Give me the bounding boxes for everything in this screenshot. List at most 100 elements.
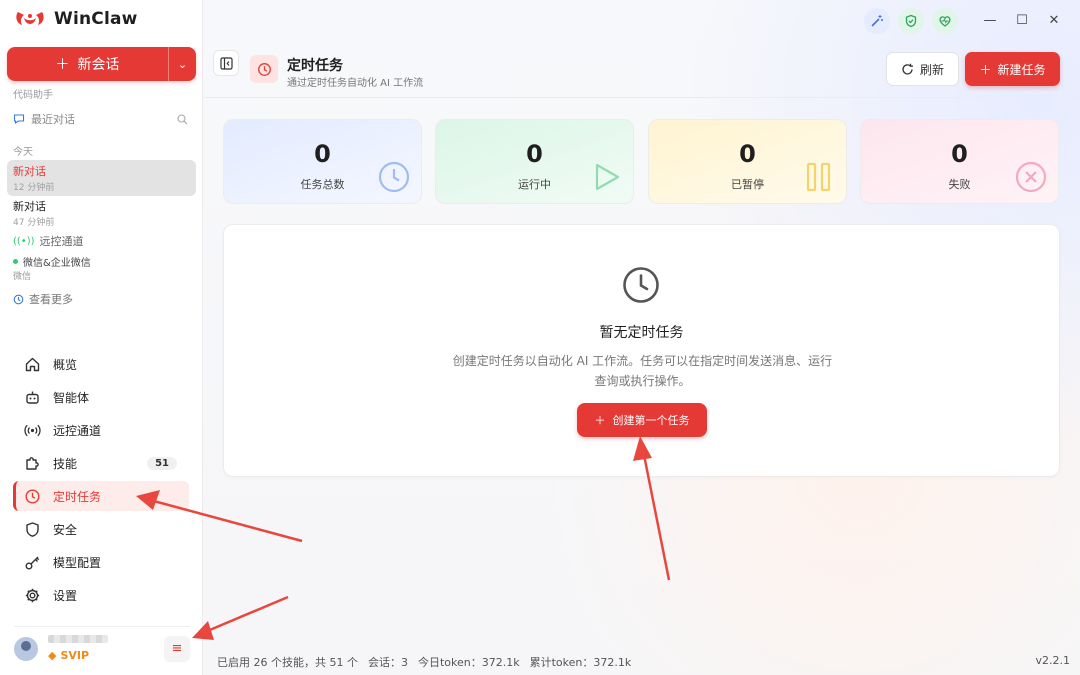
plus-icon: ＋ [55, 57, 70, 73]
x-circle-icon [1015, 161, 1047, 193]
new-task-label: 新建任务 [997, 62, 1046, 77]
refresh-icon [902, 63, 913, 74]
recent-label: 最近对话 [31, 113, 75, 126]
conversation-time: 47 分钟前 [13, 218, 55, 228]
skills-status: 已启用 26 个技能，共 51 个 [217, 656, 358, 669]
nav-security[interactable]: 安全 [13, 514, 189, 544]
minimize-button[interactable]: — [974, 8, 1006, 32]
today-label: 今天 [13, 147, 33, 158]
home-icon [25, 357, 40, 371]
new-chat-dropdown[interactable]: ⌄ [168, 47, 196, 81]
nav-scheduled-tasks[interactable]: 定时任务 [13, 481, 189, 511]
empty-state-card: 暂无定时任务 创建定时任务以自动化 AI 工作流。任务可以在指定时间发送消息、运… [223, 224, 1060, 477]
nav-label: 智能体 [53, 390, 90, 405]
main-area: — ☐ ✕ 定时任务 通过定时任务自动化 AI 工作流 刷新 ＋ 新建任务 0 … [203, 0, 1080, 675]
nav-overview[interactable]: 概览 [13, 349, 189, 379]
nav-agents[interactable]: 智能体 [13, 382, 189, 412]
history-icon [13, 294, 24, 304]
view-more-label: 查看更多 [29, 293, 73, 306]
puzzle-icon [26, 456, 39, 470]
nav-model-config[interactable]: 模型配置 [13, 547, 189, 577]
magic-wand-icon [871, 15, 883, 27]
conversation-time: 12 分钟前 [13, 183, 55, 193]
conversation-title: 新对话 [13, 200, 46, 213]
health-button[interactable] [932, 8, 958, 34]
conversation-item[interactable]: 新对话 12 分钟前 [7, 160, 196, 196]
avatar[interactable] [14, 636, 38, 661]
crown-icon: ◆ [48, 649, 57, 662]
broadcast-icon [24, 424, 41, 436]
empty-state-title: 暂无定时任务 [599, 325, 684, 341]
clock-icon [257, 62, 271, 76]
heart-pulse-icon [939, 16, 951, 27]
stat-card-paused: 0 已暂停 [648, 119, 847, 204]
refresh-button[interactable]: 刷新 [886, 52, 959, 86]
user-tier: SVIP [60, 649, 90, 662]
wechat-sub: 微信 [13, 272, 32, 282]
clock-icon [378, 161, 410, 193]
wechat-channel[interactable]: 微信&企业微信 [13, 254, 91, 269]
chat-bubble-icon [13, 114, 25, 125]
svip-badge: ◆ SVIP [48, 649, 108, 662]
magic-wand-button[interactable] [864, 8, 890, 34]
status-bar: 已启用 26 个技能，共 51 个 会话：3 今日token：372.1k 累计… [217, 654, 631, 670]
new-chat-button[interactable]: ＋ 新会话 ⌄ [7, 47, 196, 81]
clock-icon [25, 488, 40, 504]
nav-skills[interactable]: 技能 51 [13, 448, 189, 478]
user-menu-button[interactable]: ≡ [164, 635, 190, 662]
nav-settings[interactable]: 设置 [13, 580, 189, 610]
recent-conversations-header[interactable]: 最近对话 [13, 111, 188, 127]
topbar-tools [864, 8, 958, 34]
plus-icon: ＋ [979, 62, 992, 77]
nav-label: 设置 [53, 588, 78, 603]
sidebar: WinClaw ＋ 新会话 ⌄ 代码助手 最近对话 今天 新对话 12 分钟前 … [0, 0, 203, 675]
new-chat-main[interactable]: ＋ 新会话 [7, 47, 168, 81]
nav-label: 模型配置 [53, 555, 102, 570]
nav-label: 技能 [53, 456, 78, 471]
app-brand: WinClaw [14, 8, 138, 30]
remote-channel-link[interactable]: ((•)) 远控通道 [13, 233, 84, 249]
page-title: 定时任务 [287, 58, 343, 74]
plus-icon: ＋ [594, 414, 606, 427]
collapse-sidebar-button[interactable] [213, 50, 239, 76]
chevron-down-icon: ⌄ [177, 57, 188, 71]
clock-icon [623, 267, 659, 303]
claw-logo-icon [16, 12, 44, 25]
nav-label: 远控通道 [53, 423, 102, 438]
minimize-icon: — [983, 12, 997, 28]
new-chat-label: 新会话 [77, 57, 120, 73]
user-profile[interactable]: ◆ SVIP ≡ [14, 626, 190, 664]
total-token-status: 累计token：372.1k [529, 656, 632, 669]
shield-icon [26, 521, 39, 537]
today-token-status: 今日token：372.1k [417, 656, 520, 669]
section-label: 代码助手 [13, 90, 53, 101]
conversation-item[interactable]: 新对话 47 分钟前 [7, 195, 196, 231]
online-dot [13, 259, 18, 264]
user-info: ◆ SVIP [48, 635, 108, 662]
remote-channel-label: 远控通道 [39, 235, 84, 248]
sessions-status: 会话：3 [367, 656, 408, 669]
robot-icon [26, 391, 39, 404]
stat-card-failed: 0 失败 [860, 119, 1059, 204]
page-icon [250, 55, 278, 83]
page-subtitle: 通过定时任务自动化 AI 工作流 [287, 78, 424, 89]
shield-check-icon [905, 14, 917, 28]
broadcast-icon: ((•)) [13, 235, 35, 247]
wechat-label: 微信&企业微信 [23, 258, 91, 269]
refresh-label: 刷新 [919, 62, 944, 77]
hamburger-icon: ≡ [171, 641, 183, 656]
create-first-task-button[interactable]: ＋ 创建第一个任务 [577, 403, 707, 437]
username-redacted [48, 635, 108, 643]
gear-icon [25, 588, 40, 602]
nav-label: 概览 [53, 357, 78, 372]
view-more-link[interactable]: 查看更多 [13, 291, 73, 307]
nav-label: 安全 [53, 522, 78, 537]
new-task-button[interactable]: ＋ 新建任务 [965, 52, 1060, 86]
close-button[interactable]: ✕ [1038, 8, 1070, 32]
pause-icon [806, 162, 831, 192]
search-icon[interactable] [177, 113, 188, 125]
nav-remote-channel[interactable]: 远控通道 [13, 415, 189, 445]
empty-state-description: 创建定时任务以自动化 AI 工作流。任务可以在指定时间发送消息、运行查询或执行操… [452, 354, 833, 388]
maximize-button[interactable]: ☐ [1006, 8, 1038, 32]
security-shield-button[interactable] [898, 8, 924, 34]
